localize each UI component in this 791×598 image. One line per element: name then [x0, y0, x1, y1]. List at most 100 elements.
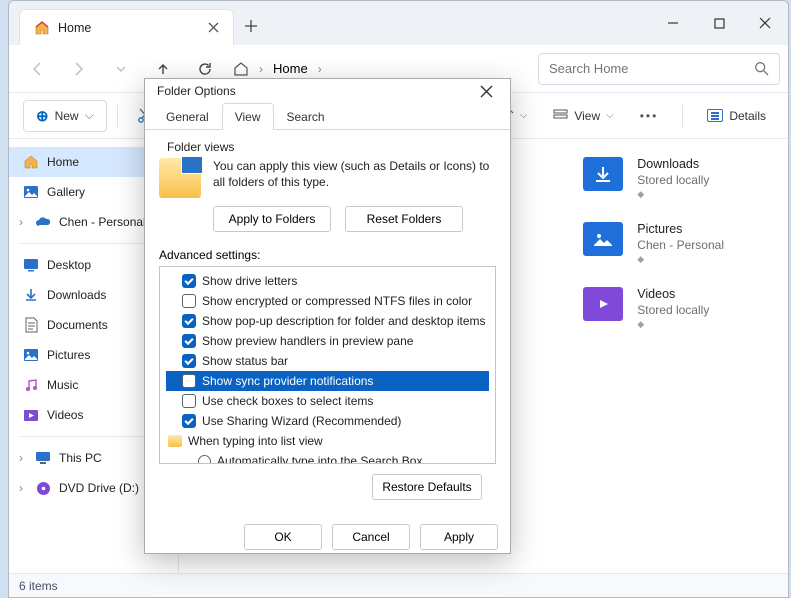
adv-checkbox-item[interactable]: Show drive letters [166, 271, 489, 291]
tile-videos[interactable]: Videos Stored locally ◆ [583, 287, 724, 330]
dialog-close-button[interactable] [474, 79, 498, 103]
chevron-down-icon: ⌵ [606, 110, 614, 121]
sidebar-label: DVD Drive (D:) [59, 481, 139, 495]
more-icon: ••• [640, 109, 659, 123]
minimize-button[interactable] [650, 6, 696, 40]
view-label: View [574, 109, 600, 123]
advanced-settings-label: Advanced settings: [159, 248, 496, 262]
tile-subtitle: Stored locally [637, 303, 709, 317]
details-label: Details [729, 109, 766, 123]
folder-views-label: Folder views [167, 140, 496, 154]
checkbox-icon[interactable] [182, 414, 196, 428]
chevron-right-icon: › [259, 62, 263, 76]
tab-home[interactable]: Home [19, 9, 234, 45]
tab-search[interactable]: Search [274, 103, 338, 130]
adv-item-label: Show preview handlers in preview pane [202, 332, 413, 350]
adv-item-label: Show pop-up description for folder and d… [202, 312, 486, 330]
more-button[interactable]: ••• [632, 100, 667, 132]
chevron-right-icon[interactable]: › [19, 215, 29, 229]
tab-view[interactable]: View [222, 103, 274, 130]
adv-checkbox-item[interactable]: Use check boxes to select items [166, 391, 489, 411]
radio-icon[interactable] [198, 455, 211, 465]
disc-icon [35, 480, 51, 496]
chevron-right-icon: › [318, 62, 322, 76]
new-button[interactable]: ⊕ New ⌵ [23, 100, 107, 132]
adv-item-label: Use Sharing Wizard (Recommended) [202, 412, 401, 430]
pin-icon: ◆ [637, 189, 709, 200]
dialog-body: Folder views You can apply this view (su… [145, 130, 510, 510]
gallery-icon [23, 184, 39, 200]
details-icon [707, 109, 723, 122]
chevron-right-icon[interactable]: › [19, 451, 29, 465]
tile-downloads[interactable]: Downloads Stored locally ◆ [583, 157, 724, 200]
search-box[interactable] [538, 53, 780, 85]
adv-checkbox-item[interactable]: Use Sharing Wizard (Recommended) [166, 411, 489, 431]
cloud-icon [35, 214, 51, 230]
checkbox-icon[interactable] [182, 294, 196, 308]
restore-defaults-button[interactable]: Restore Defaults [372, 474, 482, 500]
downloads-folder-icon [583, 157, 623, 191]
sidebar-label: Music [47, 378, 78, 392]
adv-checkbox-item[interactable]: Show status bar [166, 351, 489, 371]
adv-item-label: Use check boxes to select items [202, 392, 373, 410]
adv-item-label: When typing into list view [188, 432, 323, 450]
pin-icon: ◆ [637, 319, 709, 330]
checkbox-icon[interactable] [182, 274, 196, 288]
folder-views-group: Folder views You can apply this view (su… [159, 140, 496, 232]
plus-icon: ⊕ [36, 107, 49, 125]
adv-radio-item[interactable]: Automatically type into the Search Box [166, 451, 489, 464]
adv-checkbox-item[interactable]: Show pop-up description for folder and d… [166, 311, 489, 331]
sidebar-label: Chen - Personal [59, 215, 146, 229]
videos-icon [23, 407, 39, 423]
chevron-right-icon[interactable]: › [19, 481, 29, 495]
tile-subtitle: Chen - Personal [637, 238, 724, 252]
back-button[interactable] [17, 51, 57, 87]
cancel-button[interactable]: Cancel [332, 524, 410, 550]
adv-folder-item[interactable]: When typing into list view [166, 431, 489, 451]
forward-button[interactable] [59, 51, 99, 87]
sidebar-label: Videos [47, 408, 83, 422]
apply-button[interactable]: Apply [420, 524, 498, 550]
ok-button[interactable]: OK [244, 524, 322, 550]
adv-item-label: Automatically type into the Search Box [217, 452, 422, 464]
chevron-down-icon: ⌵ [85, 108, 94, 123]
maximize-button[interactable] [696, 6, 742, 40]
tab-general[interactable]: General [153, 103, 222, 130]
folder-icon [168, 435, 182, 447]
adv-checkbox-item[interactable]: Show preview handlers in preview pane [166, 331, 489, 351]
videos-folder-icon [583, 287, 623, 321]
desktop-icon [23, 257, 39, 273]
checkbox-icon[interactable] [182, 354, 196, 368]
details-pane-button[interactable]: Details [699, 100, 774, 132]
view-button[interactable]: View ⌵ [545, 100, 621, 132]
search-input[interactable] [549, 61, 754, 76]
tile-pictures[interactable]: Pictures Chen - Personal ◆ [583, 222, 724, 265]
adv-checkbox-item[interactable]: Show encrypted or compressed NTFS files … [166, 291, 489, 311]
dialog-buttons: OK Cancel Apply [145, 510, 510, 562]
checkbox-icon[interactable] [182, 394, 196, 408]
checkbox-icon[interactable] [182, 314, 196, 328]
dialog-title-bar[interactable]: Folder Options [145, 79, 510, 103]
checkbox-icon[interactable] [182, 334, 196, 348]
breadcrumb[interactable]: › Home › [233, 61, 536, 77]
pin-icon: ◆ [637, 254, 724, 265]
checkbox-icon[interactable] [182, 374, 196, 388]
new-label: New [55, 109, 79, 123]
music-icon [23, 377, 39, 393]
adv-checkbox-item[interactable]: Show sync provider notifications [166, 371, 489, 391]
search-icon [754, 61, 769, 76]
tab-close-icon[interactable] [208, 22, 219, 33]
documents-icon [23, 317, 39, 333]
status-items: 6 items [19, 579, 58, 593]
sidebar-label: Downloads [47, 288, 106, 302]
apply-to-folders-button[interactable]: Apply to Folders [213, 206, 331, 232]
folder-views-text: You can apply this view (such as Details… [213, 158, 496, 198]
sidebar-label: This PC [59, 451, 102, 465]
pc-icon [35, 450, 51, 466]
recent-dropdown-icon[interactable] [101, 51, 141, 87]
crumb-home[interactable]: Home [273, 61, 308, 76]
reset-folders-button[interactable]: Reset Folders [345, 206, 463, 232]
new-tab-button[interactable] [234, 8, 268, 44]
close-button[interactable] [742, 6, 788, 40]
advanced-settings-list[interactable]: Show drive lettersShow encrypted or comp… [159, 266, 496, 464]
